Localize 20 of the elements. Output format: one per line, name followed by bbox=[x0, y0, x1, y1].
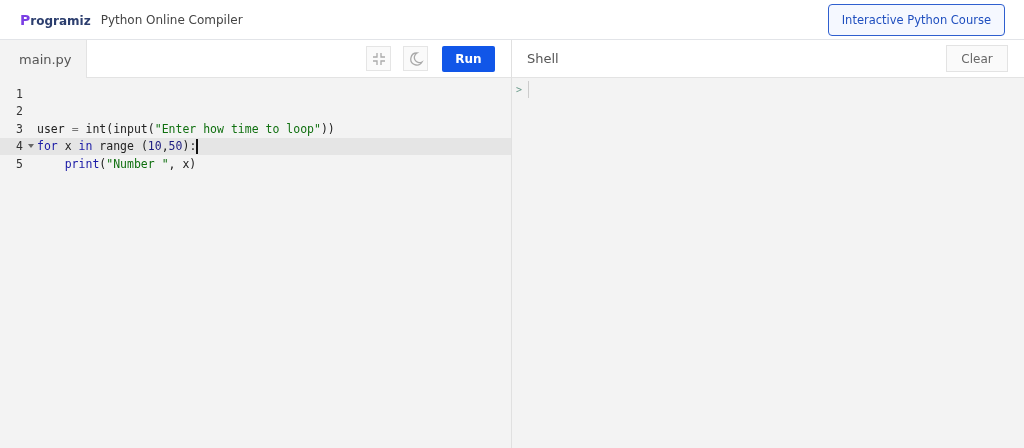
code-line: user = int(input("Enter how time to loop")) bbox=[37, 121, 335, 136]
moon-icon[interactable] bbox=[403, 46, 428, 71]
text-cursor bbox=[196, 138, 199, 154]
file-tab[interactable]: main.py bbox=[0, 40, 87, 78]
page-title: Python Online Compiler bbox=[100, 12, 243, 27]
clear-button[interactable]: Clear bbox=[946, 45, 1008, 72]
line-number: 2 bbox=[15, 104, 24, 119]
line-number: 3 bbox=[15, 121, 24, 136]
fold-icon[interactable] bbox=[28, 144, 34, 149]
course-button[interactable]: Interactive Python Course bbox=[827, 3, 1005, 36]
logo[interactable]: Programiz bbox=[20, 11, 91, 28]
code-line: for x in range (10,50): bbox=[37, 139, 197, 154]
line-number: 5 bbox=[15, 156, 24, 171]
shell-prompt: > bbox=[516, 84, 523, 95]
code-line: print("Number ", x) bbox=[63, 156, 197, 171]
shell-title: Shell bbox=[527, 51, 559, 66]
line-number: 4 bbox=[15, 139, 24, 154]
run-button[interactable]: Run bbox=[442, 45, 495, 72]
line-number: 1 bbox=[15, 86, 24, 101]
collapse-icon[interactable] bbox=[366, 46, 391, 71]
